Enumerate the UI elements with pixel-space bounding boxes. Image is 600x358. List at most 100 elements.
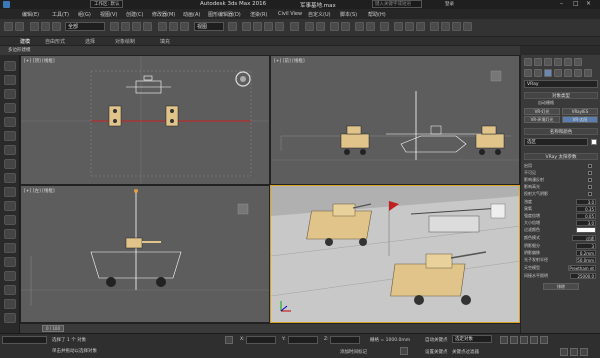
scale-icon[interactable] [180,22,189,31]
menu-scripting[interactable]: 脚本(S) [340,11,357,18]
move-icon[interactable] [158,22,167,31]
light-icon[interactable] [4,257,16,267]
snap-toggle-icon[interactable] [242,22,251,31]
param-row[interactable]: 天空模型 Preetham et [524,265,598,271]
mirror-icon[interactable] [305,22,314,31]
spacewarp-icon[interactable] [4,299,16,309]
param-row[interactable]: 大小倍增 3.0 [524,220,598,226]
vr-ambient-button[interactable]: VR-环境灯光 [524,116,560,123]
systems-icon[interactable] [4,313,16,323]
auto-key-button[interactable]: 自动关键点 [425,337,448,343]
motion-tab-icon[interactable] [554,58,562,66]
param-row[interactable]: 间接水平照明 25000.0 [524,273,598,279]
prev-frame-icon[interactable] [510,336,518,344]
param-row[interactable]: 阴影细分 3 [524,243,598,249]
redo-icon[interactable] [15,22,24,31]
y-coord-input[interactable] [288,336,318,344]
key-filters-button[interactable]: 关键点过滤器 [452,349,479,355]
close-icon[interactable]: × [586,1,595,8]
vray-sun-icon[interactable] [463,22,472,31]
ribbon-subtitle[interactable]: 多边形建模 [8,47,31,53]
minimize-icon[interactable]: – [560,1,569,8]
vr-light-button[interactable]: VR-灯光 [524,108,560,115]
create-icon[interactable] [4,61,16,71]
play-icon[interactable] [520,336,528,344]
dropdown[interactable]: Preetham et [568,265,596,271]
object-color-swatch[interactable] [591,139,597,145]
spinner[interactable]: 3.0 [576,220,596,226]
param-row[interactable]: 臭氧 0.35 [524,206,598,212]
maximize-icon[interactable]: □ [573,1,582,8]
key-mode-icon[interactable] [400,347,408,355]
param-row[interactable]: 不可见 [524,170,598,176]
param-row[interactable]: 光子发射半径 50.0mm [524,257,598,263]
menu-edit[interactable]: 编辑(E) [22,11,39,18]
exclude-button[interactable]: 排除 [543,283,579,290]
percent-snap-icon[interactable] [264,22,273,31]
tab-freeform[interactable]: 自由形式 [45,38,65,45]
undo-icon[interactable] [4,22,13,31]
viewport-left[interactable]: [+] [左] [线框] [20,185,270,323]
spinner-snap-icon[interactable] [275,22,284,31]
param-row[interactable]: 过滤颜色 [524,227,598,233]
curve-editor-icon[interactable] [355,22,364,31]
add-time-tag[interactable]: 添加时间标记 [340,349,367,355]
hide-icon[interactable] [4,201,16,211]
display-tab-icon[interactable] [564,58,572,66]
checkbox[interactable] [588,164,592,168]
unlink-icon[interactable] [41,22,50,31]
object-type-header[interactable]: 对象类型 [524,92,598,99]
color-swatch[interactable] [576,227,596,233]
next-frame-icon[interactable] [530,336,538,344]
param-row[interactable]: 浊度 3.0 [524,199,598,205]
menu-rendering[interactable]: 渲染(R) [250,11,267,18]
cameras-icon[interactable] [554,69,562,77]
schematic-view-icon[interactable] [366,22,375,31]
menu-help[interactable]: 帮助(H) [368,11,386,18]
lights-icon[interactable] [544,69,552,77]
viewport-top[interactable]: [+] [顶] [线框] [20,55,270,185]
select-by-name-icon[interactable] [121,22,130,31]
goto-end-icon[interactable] [540,336,548,344]
tab-populate[interactable]: 填充 [160,38,170,45]
zoom-icon[interactable] [560,348,568,356]
helpers-icon[interactable] [564,69,572,77]
hierarchy-tab-icon[interactable] [544,58,552,66]
layer-manager-icon[interactable] [330,22,339,31]
menu-views[interactable]: 视图(V) [100,11,117,18]
menu-customize[interactable]: 自定义(U) [308,11,331,18]
checkbox[interactable] [588,185,592,189]
freeze-icon[interactable] [4,187,16,197]
material-editor-icon[interactable] [380,22,389,31]
link-icon[interactable] [30,22,39,31]
motion-icon[interactable] [4,103,16,113]
camera-icon[interactable] [4,271,16,281]
vray-toolbar-icon[interactable] [430,22,439,31]
menu-graph-editors[interactable]: 图形编辑器(D) [208,11,241,18]
param-row[interactable]: 颜色模式 过滤 [524,235,598,241]
spinner[interactable]: 3.0 [576,199,596,205]
menu-civil-view[interactable]: Civil View [278,11,302,17]
helper-icon[interactable] [4,285,16,295]
menu-animation[interactable]: 动画(A) [183,11,200,18]
systems-icon[interactable] [584,69,592,77]
menu-tools[interactable]: 工具(T) [52,11,69,18]
dropdown[interactable]: 过滤 [572,235,596,241]
utilities-icon[interactable] [4,131,16,141]
rect-select-icon[interactable] [132,22,141,31]
spinner[interactable]: 3 [576,243,596,249]
isolate-icon[interactable] [4,173,16,183]
params-header[interactable]: VRay 太阳参数 [524,153,598,160]
modify-icon[interactable] [4,75,16,85]
hierarchy-icon[interactable] [4,89,16,99]
param-row[interactable]: 阴影偏移 0.2mm [524,250,598,256]
vray-fb-icon[interactable] [441,22,450,31]
filter-icon[interactable] [4,229,16,239]
param-row[interactable]: 影响漫反射 [524,177,598,183]
select-object-icon[interactable] [110,22,119,31]
ribbon-toggle-icon[interactable] [341,22,350,31]
tab-selection[interactable]: 选择 [85,38,95,45]
lock-icon[interactable] [4,243,16,253]
vray-light-icon[interactable] [452,22,461,31]
geometry-icon[interactable] [524,69,532,77]
